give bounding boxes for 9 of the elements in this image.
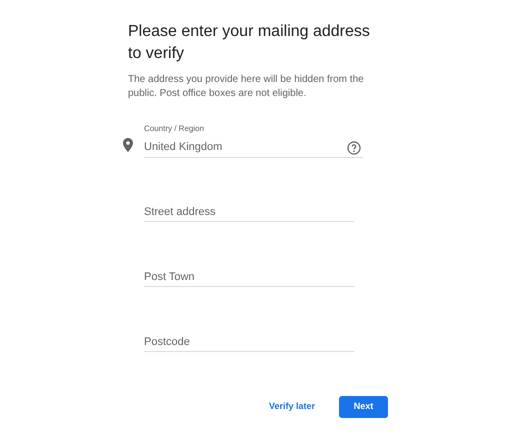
text-field[interactable]: Postcode bbox=[144, 334, 354, 352]
next-button[interactable]: Next bbox=[339, 396, 388, 418]
description-text: The address you provide here will be hidden from the public. Post office boxes are not eligible. bbox=[128, 73, 365, 101]
text-field[interactable]: Post Town bbox=[144, 268, 354, 286]
text-field[interactable]: Street address bbox=[144, 204, 354, 222]
verify-later-button[interactable]: Verify later bbox=[260, 396, 323, 418]
location-pin-icon bbox=[123, 138, 133, 152]
page-title: Please enter your mailing address to verify bbox=[128, 22, 371, 64]
help-icon[interactable] bbox=[347, 141, 361, 155]
